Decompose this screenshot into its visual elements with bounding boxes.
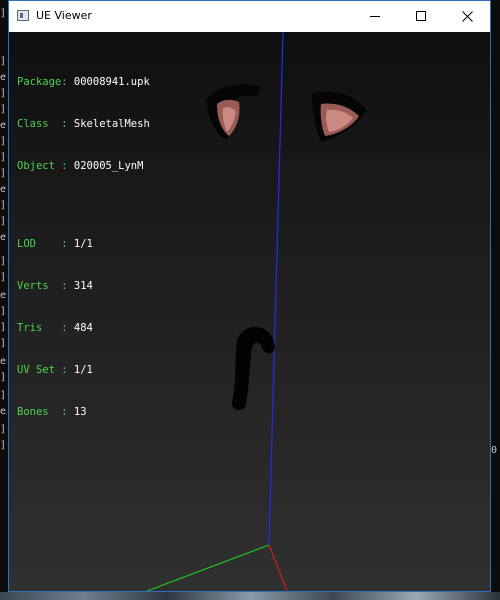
ue-viewer-window: UE Viewer Package: 00008941.upk Class: … xyxy=(8,0,491,592)
console-fragment: ] xyxy=(0,152,7,163)
info-row-tris: Tris : 484 xyxy=(17,322,93,334)
title-bar[interactable]: UE Viewer xyxy=(9,1,490,32)
axis-z-blue xyxy=(268,32,284,546)
console-fragment: ] xyxy=(0,306,7,317)
console-fragment: ] xyxy=(0,200,7,211)
console-fragment: ] xyxy=(0,168,7,179)
close-button[interactable] xyxy=(444,1,490,32)
info-row-object: Object : 020005_LynM xyxy=(17,160,144,172)
console-fragment: ] xyxy=(0,88,7,99)
console-fragment: e xyxy=(0,406,7,417)
info-row-verts: Verts : 314 xyxy=(17,280,93,292)
console-fragment: ] xyxy=(0,322,7,333)
console-fragment: e xyxy=(0,184,7,195)
info-row-lod: LOD : 1/1 xyxy=(17,238,93,250)
console-fragment: e xyxy=(0,72,7,83)
console-fragment: ] xyxy=(0,338,7,349)
axis-y-red xyxy=(268,544,288,591)
console-fragment: e xyxy=(0,356,7,367)
console-fragment: ] xyxy=(0,136,7,147)
3d-viewport[interactable]: Package: 00008941.upk Class : SkeletalMe… xyxy=(9,32,490,591)
mesh-left-eye xyxy=(206,84,261,140)
app-icon xyxy=(17,10,29,21)
console-fragment: ] xyxy=(0,56,7,67)
console-fragment: ] xyxy=(0,440,7,451)
console-fragment: ] xyxy=(0,372,7,383)
mesh-hook xyxy=(232,326,275,411)
console-fragment: ] xyxy=(0,424,7,435)
console-fragment: ] xyxy=(0,104,7,115)
console-fragment: ] xyxy=(0,8,7,19)
console-fragment: e xyxy=(0,290,7,301)
close-icon xyxy=(462,11,473,22)
info-row-uvset: UV Set : 1/1 xyxy=(17,364,93,376)
info-row-bones: Bones : 13 xyxy=(17,406,87,418)
console-fragment: 0 xyxy=(491,445,498,456)
maximize-button[interactable] xyxy=(398,1,444,32)
minimize-button[interactable] xyxy=(352,1,398,32)
info-row-package: Package: 00008941.upk xyxy=(17,76,150,88)
console-fragment: ] xyxy=(0,272,7,283)
axis-x-green xyxy=(146,544,270,591)
info-row-class: Class : SkeletalMesh xyxy=(17,118,150,130)
console-fragment: ] xyxy=(0,216,7,227)
background-console-right: 0 xyxy=(491,0,500,600)
mesh-info-panel: Package: 00008941.upk Class : SkeletalMe… xyxy=(17,47,150,447)
console-fragment: e xyxy=(0,120,7,131)
window-title: UE Viewer xyxy=(36,9,92,22)
background-console-left: ]] e]] e]]] e]] e]] e]]] e]] e]] xyxy=(0,0,8,600)
console-fragment: e xyxy=(0,232,7,243)
background-desktop-strip xyxy=(0,592,500,600)
console-fragment: ] xyxy=(0,256,7,267)
console-fragment: ] xyxy=(0,390,7,401)
mesh-right-eye xyxy=(312,91,367,142)
